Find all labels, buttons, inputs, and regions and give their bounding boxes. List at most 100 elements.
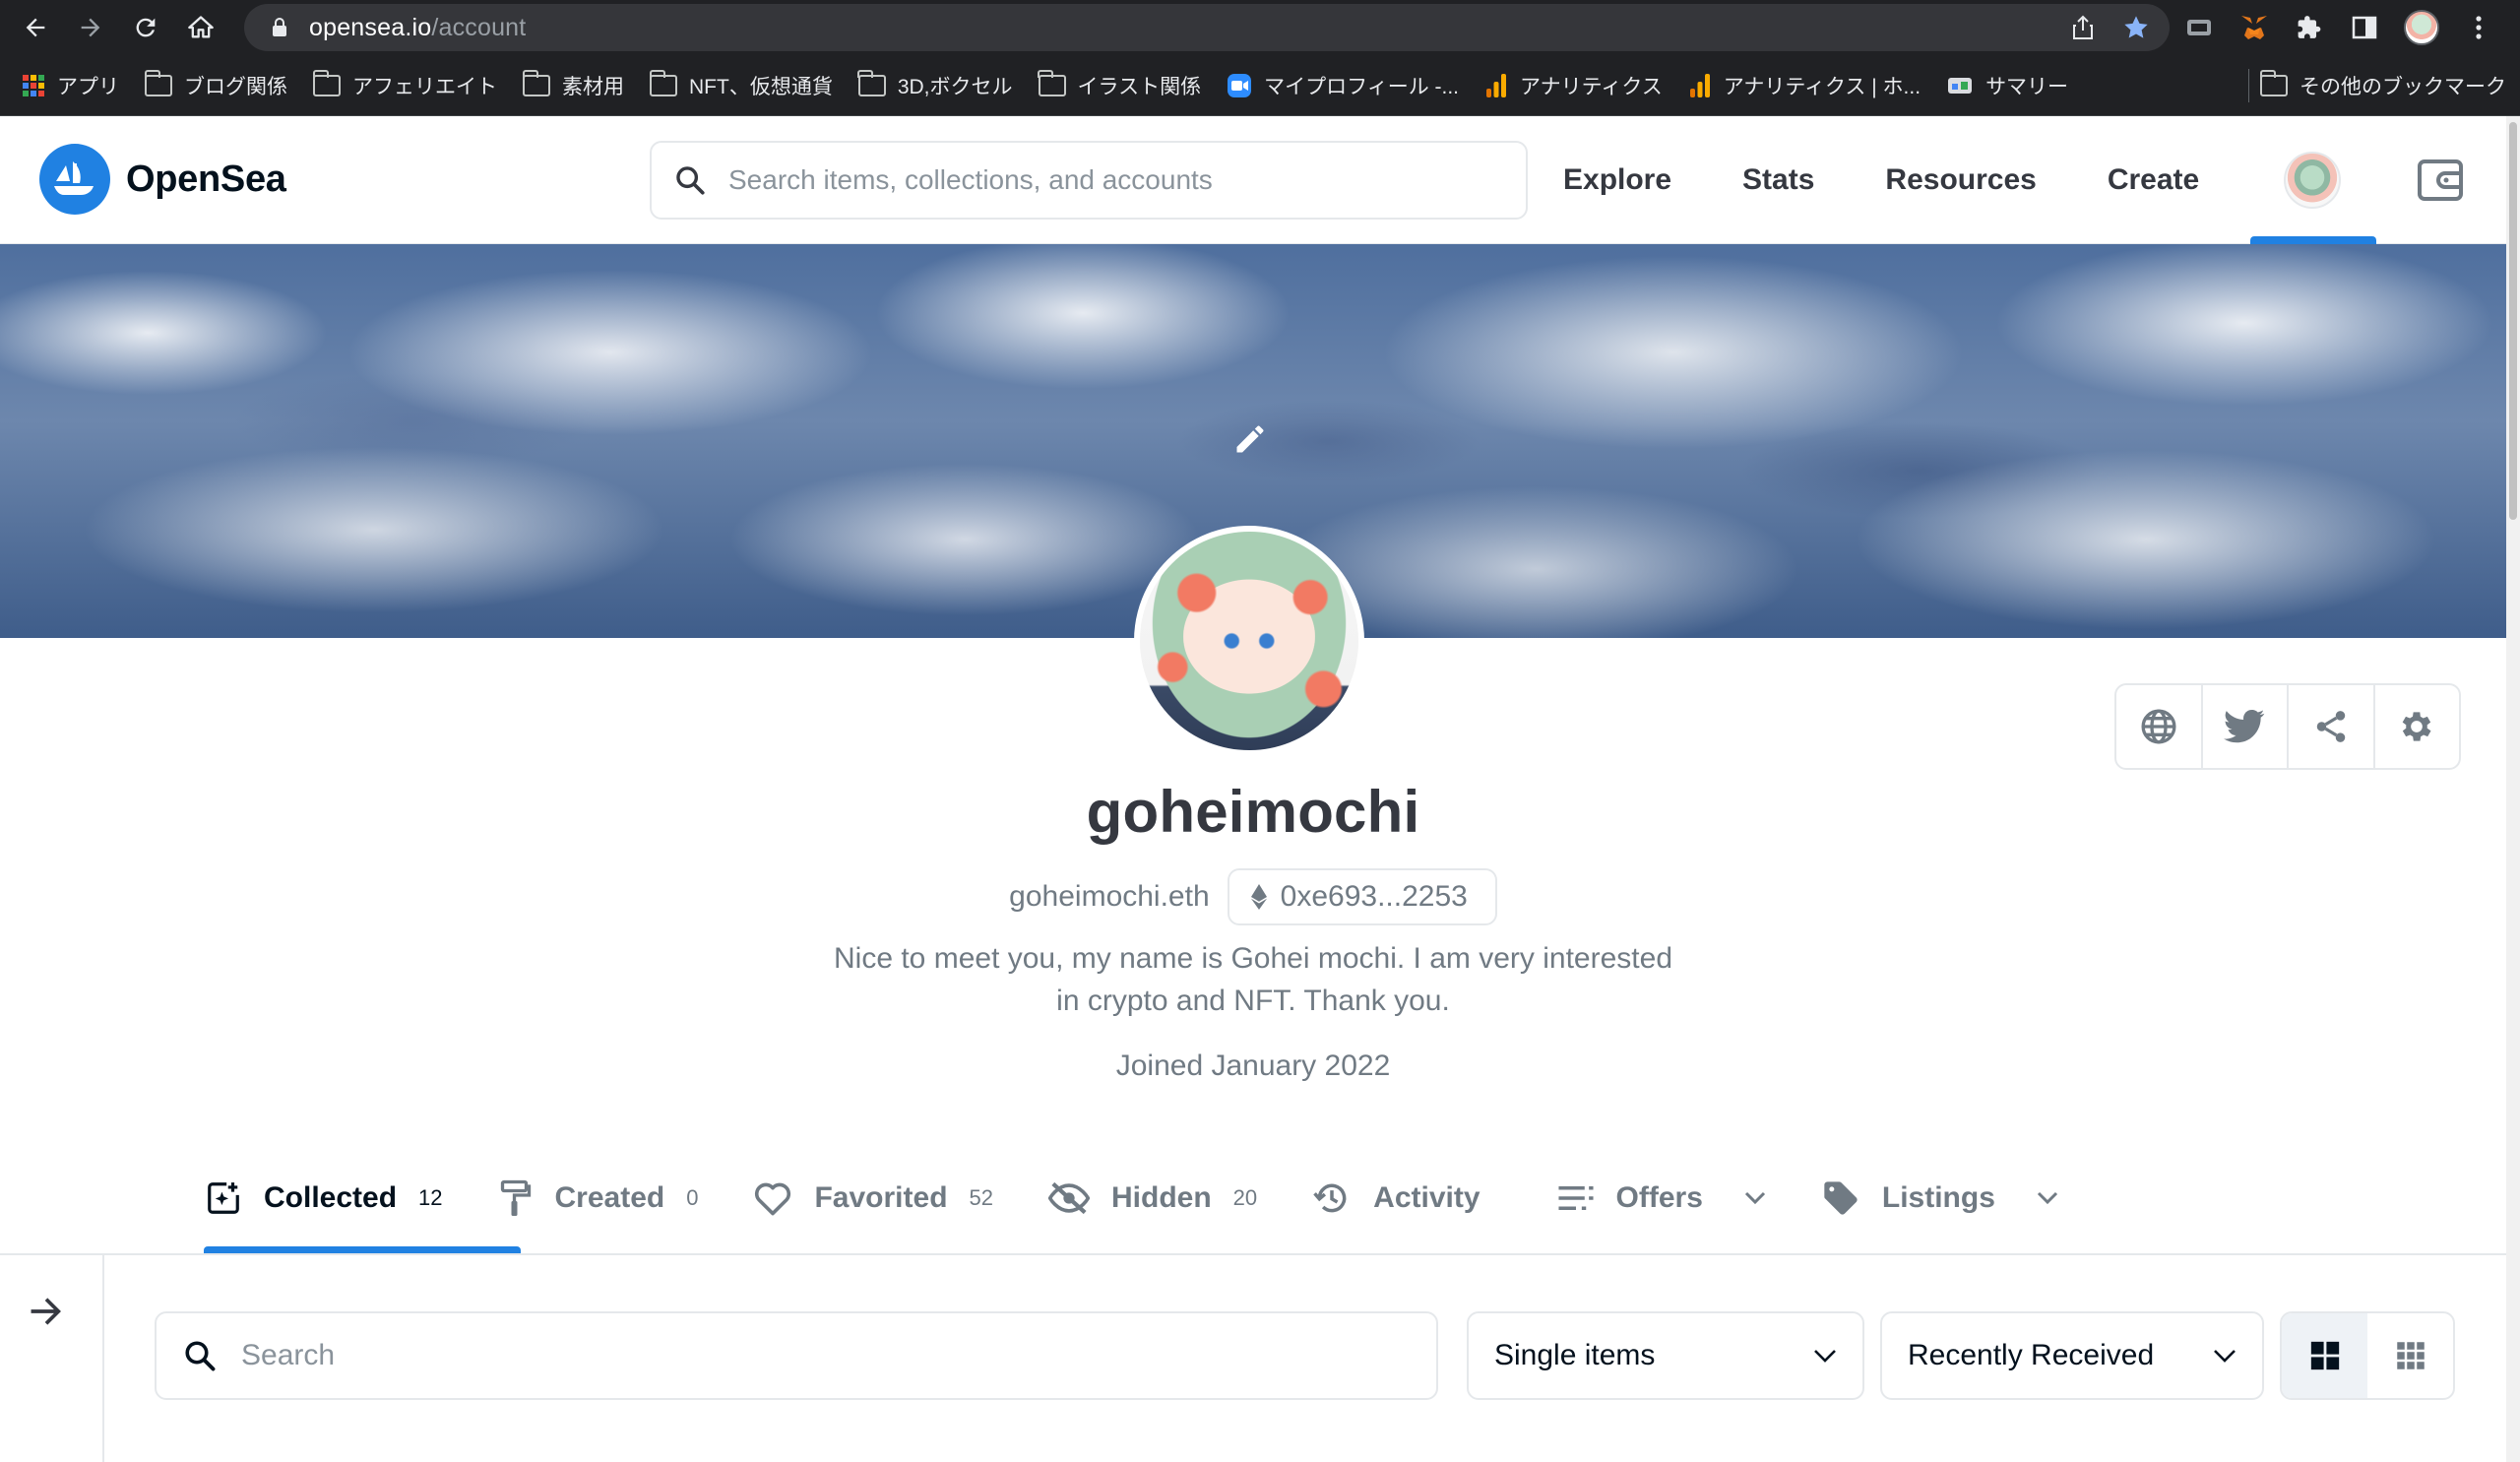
back-button[interactable] bbox=[8, 0, 63, 55]
bookmark-label: 3D,ボクセル bbox=[897, 75, 1013, 98]
tab-hidden[interactable]: Hidden 20 bbox=[1048, 1144, 1257, 1252]
account-avatar[interactable] bbox=[2284, 152, 2341, 209]
chevron-down-icon bbox=[1813, 1349, 1837, 1363]
tab-created[interactable]: Created 0 bbox=[498, 1144, 699, 1252]
bookmark-label: イラスト関係 bbox=[1077, 75, 1202, 98]
extension-icon[interactable] bbox=[2183, 12, 2215, 43]
tag-icon bbox=[1821, 1178, 1860, 1218]
tab-count: 0 bbox=[686, 1185, 699, 1210]
menu-kebab-icon[interactable] bbox=[2463, 12, 2494, 43]
items-search-input[interactable]: Search bbox=[155, 1311, 1438, 1400]
tab-label: Created bbox=[554, 1181, 665, 1214]
bookmark-label: アフェリエイト bbox=[352, 75, 497, 98]
folder-icon bbox=[649, 69, 677, 96]
nav-resources[interactable]: Resources bbox=[1885, 163, 2036, 197]
tab-offers[interactable]: Offers bbox=[1557, 1144, 1766, 1252]
active-nav-indicator bbox=[2250, 236, 2376, 244]
small-grid-button[interactable] bbox=[2367, 1313, 2453, 1398]
gear-icon bbox=[2397, 707, 2436, 746]
home-button[interactable] bbox=[173, 0, 228, 55]
tab-listings[interactable]: Listings bbox=[1821, 1144, 2058, 1252]
small-grid-icon bbox=[2396, 1341, 2426, 1370]
bookmark-folder[interactable]: ブログ関係 bbox=[144, 69, 287, 100]
profile-tabs: Collected 12 Created 0 Favorited 52 Hidd… bbox=[205, 1144, 2113, 1252]
metamask-fox-icon[interactable] bbox=[2238, 12, 2270, 43]
profile-avatar[interactable] bbox=[1134, 526, 1364, 756]
brand-name: OpenSea bbox=[126, 158, 286, 200]
folder-icon bbox=[857, 69, 886, 96]
tab-label: Offers bbox=[1615, 1181, 1703, 1214]
puzzle-extensions-icon[interactable] bbox=[2294, 12, 2325, 43]
share-icon bbox=[2312, 707, 2350, 746]
folder-icon bbox=[522, 69, 550, 96]
edit-pencil-icon[interactable] bbox=[1232, 421, 1268, 457]
forward-button[interactable] bbox=[63, 0, 118, 55]
bookmark-folder[interactable]: NFT、仮想通貨 bbox=[649, 69, 833, 100]
bookmark-link[interactable]: サマリー bbox=[1946, 71, 2068, 100]
scrollbar-thumb[interactable] bbox=[2509, 122, 2517, 520]
collected-icon bbox=[205, 1179, 242, 1217]
share-button[interactable] bbox=[2289, 685, 2375, 768]
bookmark-label: アナリティクス | ホ... bbox=[1723, 75, 1922, 98]
grid-view-toggle bbox=[2280, 1311, 2455, 1400]
settings-button[interactable] bbox=[2375, 685, 2460, 768]
nav-explore[interactable]: Explore bbox=[1563, 163, 1671, 197]
twitter-button[interactable] bbox=[2203, 685, 2289, 768]
tab-favorited[interactable]: Favorited 52 bbox=[753, 1144, 993, 1252]
items-search-placeholder: Search bbox=[241, 1339, 336, 1371]
folder-icon bbox=[2259, 70, 2288, 96]
bookmark-link[interactable]: アナリティクス bbox=[1484, 71, 1663, 100]
wallet-icon[interactable] bbox=[2416, 156, 2465, 205]
analytics-icon bbox=[1688, 73, 1712, 98]
address-bar[interactable]: opensea.io/account bbox=[244, 4, 2170, 51]
website-button[interactable] bbox=[2116, 685, 2203, 768]
summary-icon bbox=[1946, 74, 1974, 97]
bookmark-link[interactable]: マイプロフィール -... bbox=[1227, 71, 1459, 100]
bookmark-folder[interactable]: アフェリエイト bbox=[312, 69, 497, 100]
sort-value: Recently Received bbox=[1908, 1339, 2155, 1371]
bookmark-link[interactable]: アナリティクス | ホ... bbox=[1688, 71, 1921, 100]
bookmark-star-icon[interactable] bbox=[2122, 14, 2150, 41]
bookmark-apps[interactable]: アプリ bbox=[22, 71, 119, 100]
global-search-input[interactable]: Search items, collections, and accounts bbox=[650, 141, 1528, 220]
sort-select[interactable]: Recently Received bbox=[1880, 1311, 2264, 1400]
large-grid-button[interactable] bbox=[2282, 1313, 2367, 1398]
bookmark-folder[interactable]: 3D,ボクセル bbox=[857, 69, 1013, 100]
zoom-icon bbox=[1227, 73, 1252, 98]
side-panel-icon[interactable] bbox=[2349, 12, 2380, 43]
wallet-address-button[interactable]: 0xe693...2253 bbox=[1227, 868, 1497, 925]
search-placeholder: Search items, collections, and accounts bbox=[728, 164, 1213, 195]
item-type-select[interactable]: Single items bbox=[1467, 1311, 1864, 1400]
nav-stats[interactable]: Stats bbox=[1742, 163, 1814, 197]
profile-actions bbox=[2114, 683, 2461, 770]
search-icon bbox=[673, 163, 707, 197]
main-nav: Explore Stats Resources Create bbox=[1563, 116, 2270, 244]
large-grid-icon bbox=[2308, 1339, 2342, 1372]
bookmark-label: アナリティクス bbox=[1520, 75, 1663, 98]
paint-roller-icon bbox=[498, 1178, 534, 1218]
other-bookmarks[interactable]: その他のブックマーク bbox=[2259, 55, 2506, 116]
bookmark-folder[interactable]: 素材用 bbox=[522, 69, 624, 100]
reload-button[interactable] bbox=[118, 0, 173, 55]
filter-sidebar bbox=[0, 1255, 104, 1462]
heart-icon bbox=[753, 1180, 792, 1216]
analytics-icon bbox=[1484, 73, 1508, 98]
bookmark-folder[interactable]: イラスト関係 bbox=[1038, 69, 1202, 100]
eye-off-icon bbox=[1048, 1180, 1090, 1216]
folder-icon bbox=[144, 69, 172, 96]
expand-filters-arrow-icon[interactable] bbox=[28, 1295, 65, 1328]
nav-create[interactable]: Create bbox=[2108, 163, 2199, 197]
bookmarks-bar: アプリ ブログ関係 アフェリエイト 素材用 NFT、仮想通貨 3D,ボクセル イ… bbox=[0, 55, 2520, 116]
share-page-icon[interactable] bbox=[2071, 15, 2095, 40]
bookmark-label: マイプロフィール -... bbox=[1264, 75, 1460, 98]
active-tab-indicator bbox=[204, 1246, 521, 1253]
site-header: OpenSea Search items, collections, and a… bbox=[0, 116, 2506, 244]
browser-profile-avatar[interactable] bbox=[2404, 10, 2439, 45]
other-bookmarks-label: その他のブックマーク bbox=[2300, 76, 2506, 98]
opensea-logo[interactable]: OpenSea bbox=[39, 144, 286, 215]
bookmark-label: アプリ bbox=[57, 75, 119, 98]
bookmarks-separator bbox=[2248, 69, 2249, 102]
ens-name[interactable]: goheimochi.eth bbox=[1009, 880, 1209, 914]
tab-activity[interactable]: Activity bbox=[1312, 1144, 1501, 1252]
tab-collected[interactable]: Collected 12 bbox=[205, 1144, 443, 1252]
